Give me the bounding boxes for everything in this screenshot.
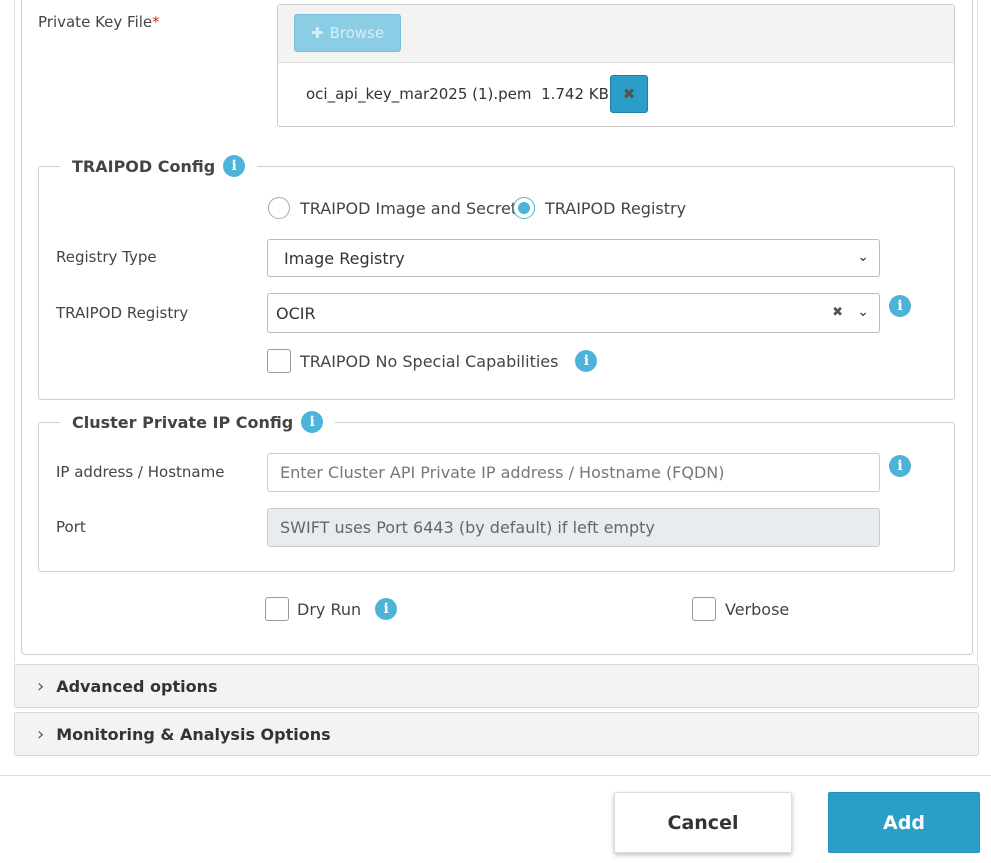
- checkbox[interactable]: [265, 597, 289, 621]
- port-label: Port: [56, 518, 86, 536]
- info-icon[interactable]: i: [889, 455, 911, 477]
- accordion-label: Monitoring & Analysis Options: [56, 724, 331, 744]
- outer-border-left: [14, 0, 15, 662]
- uploaded-file: oci_api_key_mar2025 (1).pem 1.742 KB: [306, 85, 609, 103]
- chevron-down-icon: ⌄: [857, 249, 869, 266]
- private-key-label: Private Key File*: [38, 13, 160, 31]
- checkbox-label: Verbose: [725, 599, 790, 619]
- traipod-config-legend: TRAIPOD Config i: [60, 153, 258, 179]
- info-icon[interactable]: i: [301, 411, 324, 433]
- cancel-button[interactable]: Cancel: [614, 792, 792, 853]
- chevron-right-icon: ›: [37, 723, 45, 745]
- info-icon[interactable]: i: [223, 155, 246, 177]
- required-mark: *: [152, 13, 160, 31]
- no-special-caps-option[interactable]: TRAIPOD No Special Capabilities i: [267, 349, 598, 373]
- outer-border-right: [977, 0, 978, 662]
- clear-icon[interactable]: ✖: [832, 305, 843, 320]
- browse-button[interactable]: ✚ Browse: [294, 14, 401, 52]
- radio-label: TRAIPOD Registry: [545, 198, 687, 218]
- checkbox[interactable]: [692, 597, 716, 621]
- traipod-registry-label: TRAIPOD Registry: [56, 304, 189, 322]
- info-icon[interactable]: i: [889, 295, 911, 317]
- chevron-down-icon: ⌄: [857, 304, 869, 321]
- accordion-monitoring-options[interactable]: › Monitoring & Analysis Options: [14, 712, 979, 756]
- plus-icon: ✚: [310, 24, 324, 42]
- footer-divider: [0, 775, 991, 776]
- accordion-label: Advanced options: [56, 676, 218, 696]
- file-size: 1.742 KB: [541, 85, 609, 103]
- info-icon[interactable]: i: [575, 350, 598, 372]
- port-placeholder: SWIFT uses Port 6443 (by default) if lef…: [280, 518, 655, 537]
- radio-button[interactable]: [268, 197, 290, 219]
- radio-button-checked[interactable]: [513, 197, 535, 219]
- checkbox-label: TRAIPOD No Special Capabilities: [300, 351, 559, 371]
- ip-address-placeholder: Enter Cluster API Private IP address / H…: [280, 463, 725, 482]
- ip-address-label: IP address / Hostname: [56, 463, 225, 481]
- close-icon: ✖: [622, 85, 636, 103]
- private-key-label-text: Private Key File: [38, 13, 153, 31]
- traipod-registry-select[interactable]: OCIR ✖ ⌄: [267, 293, 880, 333]
- radio-registry[interactable]: TRAIPOD Registry: [513, 197, 686, 219]
- registry-type-label: Registry Type: [56, 248, 157, 266]
- radio-image-secret[interactable]: TRAIPOD Image and Secret: [268, 197, 517, 219]
- add-button[interactable]: Add: [828, 792, 980, 853]
- info-icon[interactable]: i: [375, 598, 398, 620]
- cluster-config-title: Cluster Private IP Config: [72, 412, 294, 432]
- file-upload-box: ✚ Browse oci_api_key_mar2025 (1).pem 1.7…: [277, 4, 955, 127]
- accordion-advanced-options[interactable]: › Advanced options: [14, 664, 979, 708]
- checkbox[interactable]: [267, 349, 291, 373]
- port-input[interactable]: SWIFT uses Port 6443 (by default) if lef…: [267, 508, 880, 547]
- browse-label: Browse: [329, 24, 385, 42]
- chevron-right-icon: ›: [37, 675, 45, 697]
- registry-type-value: Image Registry: [284, 248, 405, 268]
- file-name: oci_api_key_mar2025 (1).pem: [306, 85, 532, 103]
- remove-file-button[interactable]: ✖: [610, 75, 648, 113]
- cluster-config-legend: Cluster Private IP Config i: [60, 409, 336, 435]
- ip-address-input[interactable]: Enter Cluster API Private IP address / H…: [267, 453, 880, 492]
- cluster-config-group: [38, 422, 955, 572]
- traipod-registry-value: OCIR: [276, 303, 316, 323]
- traipod-config-title: TRAIPOD Config: [72, 156, 216, 176]
- verbose-option[interactable]: Verbose: [692, 597, 789, 621]
- radio-label: TRAIPOD Image and Secret: [300, 198, 518, 218]
- checkbox-label: Dry Run: [297, 599, 362, 619]
- dry-run-option[interactable]: Dry Run i: [265, 597, 398, 621]
- registry-type-select[interactable]: Image Registry ⌄: [267, 239, 880, 277]
- upload-header: ✚ Browse: [278, 5, 954, 63]
